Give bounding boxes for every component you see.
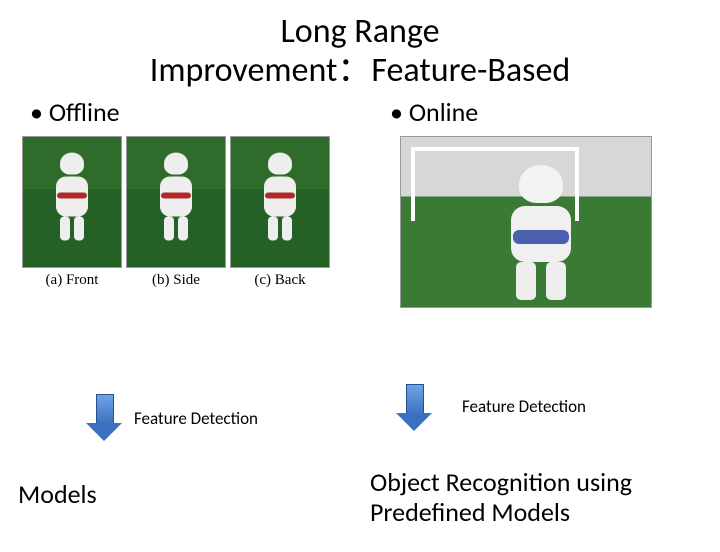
caption-side: (b) Side: [126, 272, 226, 289]
offline-result: Models: [18, 478, 97, 510]
robot-front-image: [22, 136, 122, 268]
robot-back-image: [230, 136, 330, 268]
caption-back: (c) Back: [230, 272, 330, 289]
caption-front: (a) Front: [22, 272, 122, 289]
down-arrow-icon: [86, 394, 122, 442]
offline-images: [22, 136, 360, 268]
online-arrow-label: Feature Detection: [462, 396, 586, 417]
online-heading: Online: [390, 96, 720, 128]
offline-captions: (a) Front (b) Side (c) Back: [22, 272, 360, 289]
online-column: Online: [360, 96, 720, 308]
robot-side-image: [126, 136, 226, 268]
slide-title: Long Range Improvement：Feature-Based: [0, 12, 720, 90]
title-line-1: Long Range: [280, 11, 439, 52]
offline-arrow-label: Feature Detection: [134, 408, 258, 429]
online-arrow-block: [396, 384, 432, 432]
content-columns: Offline (a) Front (b) Side (c) Back Onli…: [0, 96, 720, 308]
down-arrow-icon: [396, 384, 432, 432]
online-result: Object Recognition using Predefined Mode…: [370, 468, 700, 528]
online-result-line-1: Object Recognition using: [370, 466, 632, 498]
offline-column: Offline (a) Front (b) Side (c) Back: [0, 96, 360, 308]
title-line-2: Improvement：Feature-Based: [150, 50, 570, 91]
online-image: [400, 136, 652, 308]
offline-heading: Offline: [30, 96, 360, 128]
offline-arrow-block: [86, 394, 122, 442]
online-result-line-2: Predefined Models: [370, 496, 570, 528]
